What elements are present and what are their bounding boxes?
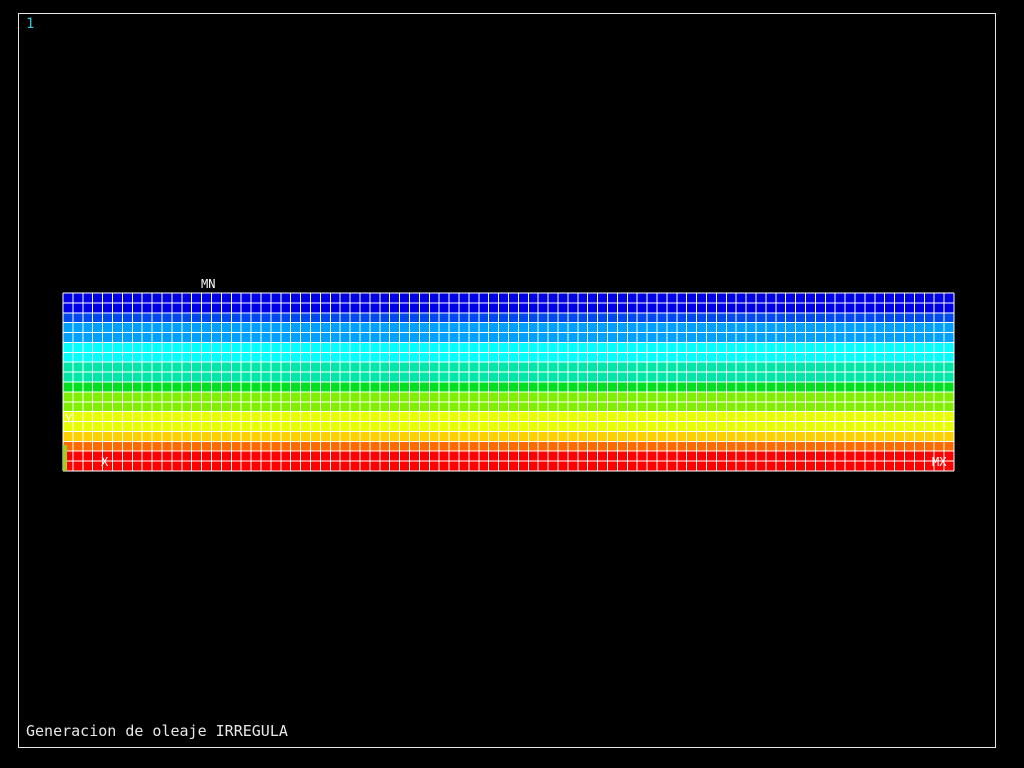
min-value-label: MN <box>201 277 215 291</box>
plot-title: Generacion de oleaje IRREGULA <box>26 722 288 740</box>
axis-triad-marker <box>63 445 67 471</box>
max-value-label: MX <box>932 455 947 469</box>
mesh-plot[interactable]: MN MX X Y <box>19 14 995 747</box>
x-axis-label: X <box>101 455 109 469</box>
y-axis-label: Y <box>65 412 73 426</box>
graphics-window[interactable]: 1 MN MX X Y Generacion de oleaje IRREGUL… <box>18 13 996 748</box>
